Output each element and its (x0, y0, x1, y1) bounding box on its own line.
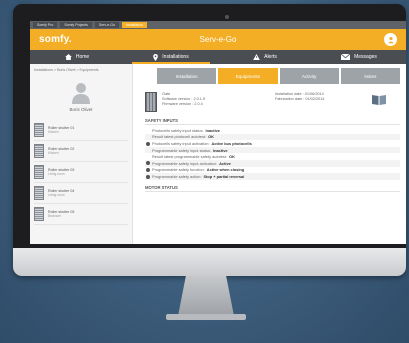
user-icon (387, 36, 394, 43)
monitor-stand (178, 276, 234, 316)
owner-card: Boris Olivet (34, 82, 128, 112)
row-value: OK (229, 154, 235, 160)
manual-book-icon[interactable] (372, 94, 386, 105)
roller-shutter-icon (34, 123, 44, 137)
row-label: Programmable safety input status: (152, 147, 212, 153)
nav-messages[interactable]: Messages (312, 50, 406, 64)
tab-activity[interactable]: Activity (279, 68, 339, 84)
nav-installations[interactable]: Installations (124, 50, 218, 64)
left-panel: Installations > Boris Olivet > Equipment… (30, 64, 133, 244)
row-value: OK (208, 134, 214, 140)
warning-icon (253, 54, 260, 60)
safety-row: Programmable safety function: Active when… (145, 167, 400, 174)
row-label: Programmable safety function: (152, 167, 205, 173)
main-content: Installations > Boris Olivet > Equipment… (30, 64, 406, 244)
row-value: Stop + partial reversal (203, 173, 245, 179)
user-account-button[interactable] (384, 33, 397, 46)
firmware-version: Firmware version : 2.0.4 (162, 102, 203, 106)
nav-home[interactable]: Home (30, 50, 124, 64)
roller-shutter-icon (34, 165, 44, 179)
row-value: Active when closing (206, 167, 245, 173)
row-label: Result latest programmable safety autote… (152, 154, 228, 160)
list-item[interactable]: Roller shutter 01 Kitchen (34, 120, 128, 141)
device-summary: Gate Software version : 2.0.1.5 Firmware… (145, 92, 400, 116)
safety-row: Programmable safety action: Stop + partia… (145, 173, 400, 180)
safety-row: Result latest photocell autotest: OK (145, 133, 400, 141)
detail-tabs: Installation Equipments Activity Notes (157, 68, 400, 84)
row-label: Programmable safety input activation: (152, 160, 218, 166)
safety-row: Programmable safety input status: Inactiv… (145, 146, 400, 154)
roller-shutter-icon (34, 144, 44, 158)
list-item[interactable]: Roller shutter 05 Bedroom (34, 204, 128, 225)
nav-alerts-label: Alerts (264, 54, 277, 60)
info-icon[interactable] (146, 161, 150, 166)
list-item[interactable]: Roller shutter 03 Living room (34, 162, 128, 183)
safety-row: Result latest programmable safety autote… (145, 153, 400, 160)
equipment-room: Bedroom (48, 214, 61, 218)
browser-tab[interactable]: Serv-e-Go (94, 22, 120, 28)
row-label: Photocells safety input activation: (152, 140, 210, 146)
owner-name: Boris Olivet (69, 107, 93, 112)
app-title: Serv-e-Go (199, 35, 237, 44)
equipment-room: Kitchen (48, 130, 59, 134)
safety-row: Programmable safety input activation: Act… (145, 159, 400, 167)
tab-installation[interactable]: Installation (157, 68, 217, 84)
row-value: Inactive (205, 127, 220, 133)
tab-equipments[interactable]: Equipments (218, 68, 278, 84)
roller-shutter-icon (34, 186, 44, 200)
monitor-foot (166, 314, 246, 320)
safety-inputs-title: SAFETY INPUTS (145, 118, 400, 125)
browser-tab-active[interactable]: Installation (122, 22, 147, 28)
info-icon[interactable] (146, 168, 150, 173)
envelope-icon (341, 54, 351, 60)
row-value: Active (219, 160, 231, 166)
browser-tab[interactable]: Somfy Pro (33, 22, 58, 28)
browser-tab-strip: Somfy Pro Somfy Projects Serv-e-Go Insta… (30, 21, 406, 29)
location-pin-icon (153, 53, 159, 61)
list-item[interactable]: Roller shutter 04 Living room (34, 183, 128, 204)
browser-tab[interactable]: Somfy Projects (60, 22, 92, 28)
breadcrumb[interactable]: Installations > Boris Olivet > Equipment… (34, 68, 128, 72)
nav-messages-label: Messages (354, 54, 377, 60)
list-item[interactable]: Roller shutter 02 Kitchen (34, 141, 128, 162)
equipment-room: Living room (48, 193, 65, 197)
equipment-room: Living room (48, 172, 65, 176)
row-value: Inactive (213, 147, 228, 153)
info-icon[interactable] (146, 141, 150, 146)
roller-shutter-icon (34, 207, 44, 221)
user-silhouette-icon (72, 83, 90, 104)
main-nav: Home Installations Alerts Messages (30, 50, 406, 64)
safety-inputs-list: Photocells safety input status: Inactive … (145, 127, 400, 180)
info-icon[interactable] (146, 174, 150, 179)
row-label: Programmable safety action: (152, 173, 202, 179)
gate-icon (145, 92, 157, 112)
safety-row: Photocells safety input status: Inactive (145, 127, 400, 134)
app-header: somfy. Serv-e-Go (30, 29, 406, 50)
detail-panel: Installation Equipments Activity Notes G… (133, 64, 406, 244)
monitor-chin (13, 248, 406, 276)
nav-home-label: Home (75, 54, 90, 60)
row-label: Result latest photocell autotest: (152, 134, 207, 140)
home-icon (64, 54, 72, 60)
row-value: Active bus photocells (211, 140, 252, 146)
row-label: Photocells safety input status: (152, 127, 204, 133)
safety-row: Photocells safety input activation: Activ… (145, 140, 400, 147)
app-screen: Somfy Pro Somfy Projects Serv-e-Go Insta… (30, 21, 406, 244)
nav-installations-label: Installations (162, 54, 189, 60)
equipment-room: Kitchen (48, 151, 59, 155)
camera-dot (225, 15, 229, 19)
nav-alerts[interactable]: Alerts (218, 50, 312, 64)
fabrication-date: Fabrication date : 01/02/2014 (275, 97, 325, 101)
equipment-list: Roller shutter 01 Kitchen Roller shutter… (34, 120, 128, 225)
tab-notes[interactable]: Notes (340, 68, 400, 84)
motor-status-title: MOTOR STATUS (145, 185, 400, 192)
